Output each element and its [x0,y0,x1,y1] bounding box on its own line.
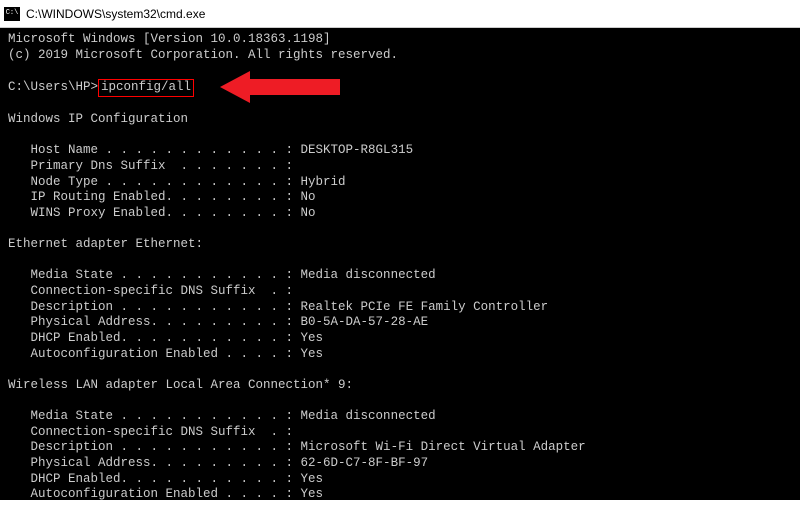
command-text: ipconfig/all [101,80,191,94]
wlan-row: DHCP Enabled. . . . . . . . . . . : Yes [8,472,323,486]
ipconfig-row: WINS Proxy Enabled. . . . . . . . : No [8,206,316,220]
ipconfig-row: Node Type . . . . . . . . . . . . : Hybr… [8,175,346,189]
cmd-window: C:\WINDOWS\system32\cmd.exe Microsoft Wi… [0,0,800,500]
ipconfig-row: Primary Dns Suffix . . . . . . . : [8,159,293,173]
ethernet-row: Media State . . . . . . . . . . . : Medi… [8,268,436,282]
ethernet-row: Physical Address. . . . . . . . . : B0-5… [8,315,428,329]
section-wlan-header: Wireless LAN adapter Local Area Connecti… [8,378,353,392]
ethernet-row: Connection-specific DNS Suffix . : [8,284,293,298]
titlebar[interactable]: C:\WINDOWS\system32\cmd.exe [0,0,800,28]
command-highlight: ipconfig/all [98,79,194,97]
wlan-row: Description . . . . . . . . . . . : Micr… [8,440,586,454]
wlan-row: Autoconfiguration Enabled . . . . : Yes [8,487,323,501]
titlebar-text: C:\WINDOWS\system32\cmd.exe [26,7,205,21]
ipconfig-row: Host Name . . . . . . . . . . . . : DESK… [8,143,413,157]
ethernet-row: DHCP Enabled. . . . . . . . . . . : Yes [8,331,323,345]
prompt-path: C:\Users\HP> [8,80,98,94]
wlan-row: Connection-specific DNS Suffix . : [8,425,293,439]
prompt-line: C:\Users\HP>ipconfig/all [8,79,194,97]
ethernet-row: Autoconfiguration Enabled . . . . : Yes [8,347,323,361]
wlan-row: Physical Address. . . . . . . . . : 62-6… [8,456,428,470]
section-ipconfig-header: Windows IP Configuration [8,112,188,126]
section-ethernet-header: Ethernet adapter Ethernet: [8,237,203,251]
wlan-row: Media State . . . . . . . . . . . : Medi… [8,409,436,423]
ethernet-row: Description . . . . . . . . . . . : Real… [8,300,548,314]
cmd-icon [4,7,20,21]
ipconfig-row: IP Routing Enabled. . . . . . . . : No [8,190,316,204]
terminal-output[interactable]: Microsoft Windows [Version 10.0.18363.11… [0,28,800,507]
version-line: Microsoft Windows [Version 10.0.18363.11… [8,32,331,46]
copyright-line: (c) 2019 Microsoft Corporation. All righ… [8,48,398,62]
